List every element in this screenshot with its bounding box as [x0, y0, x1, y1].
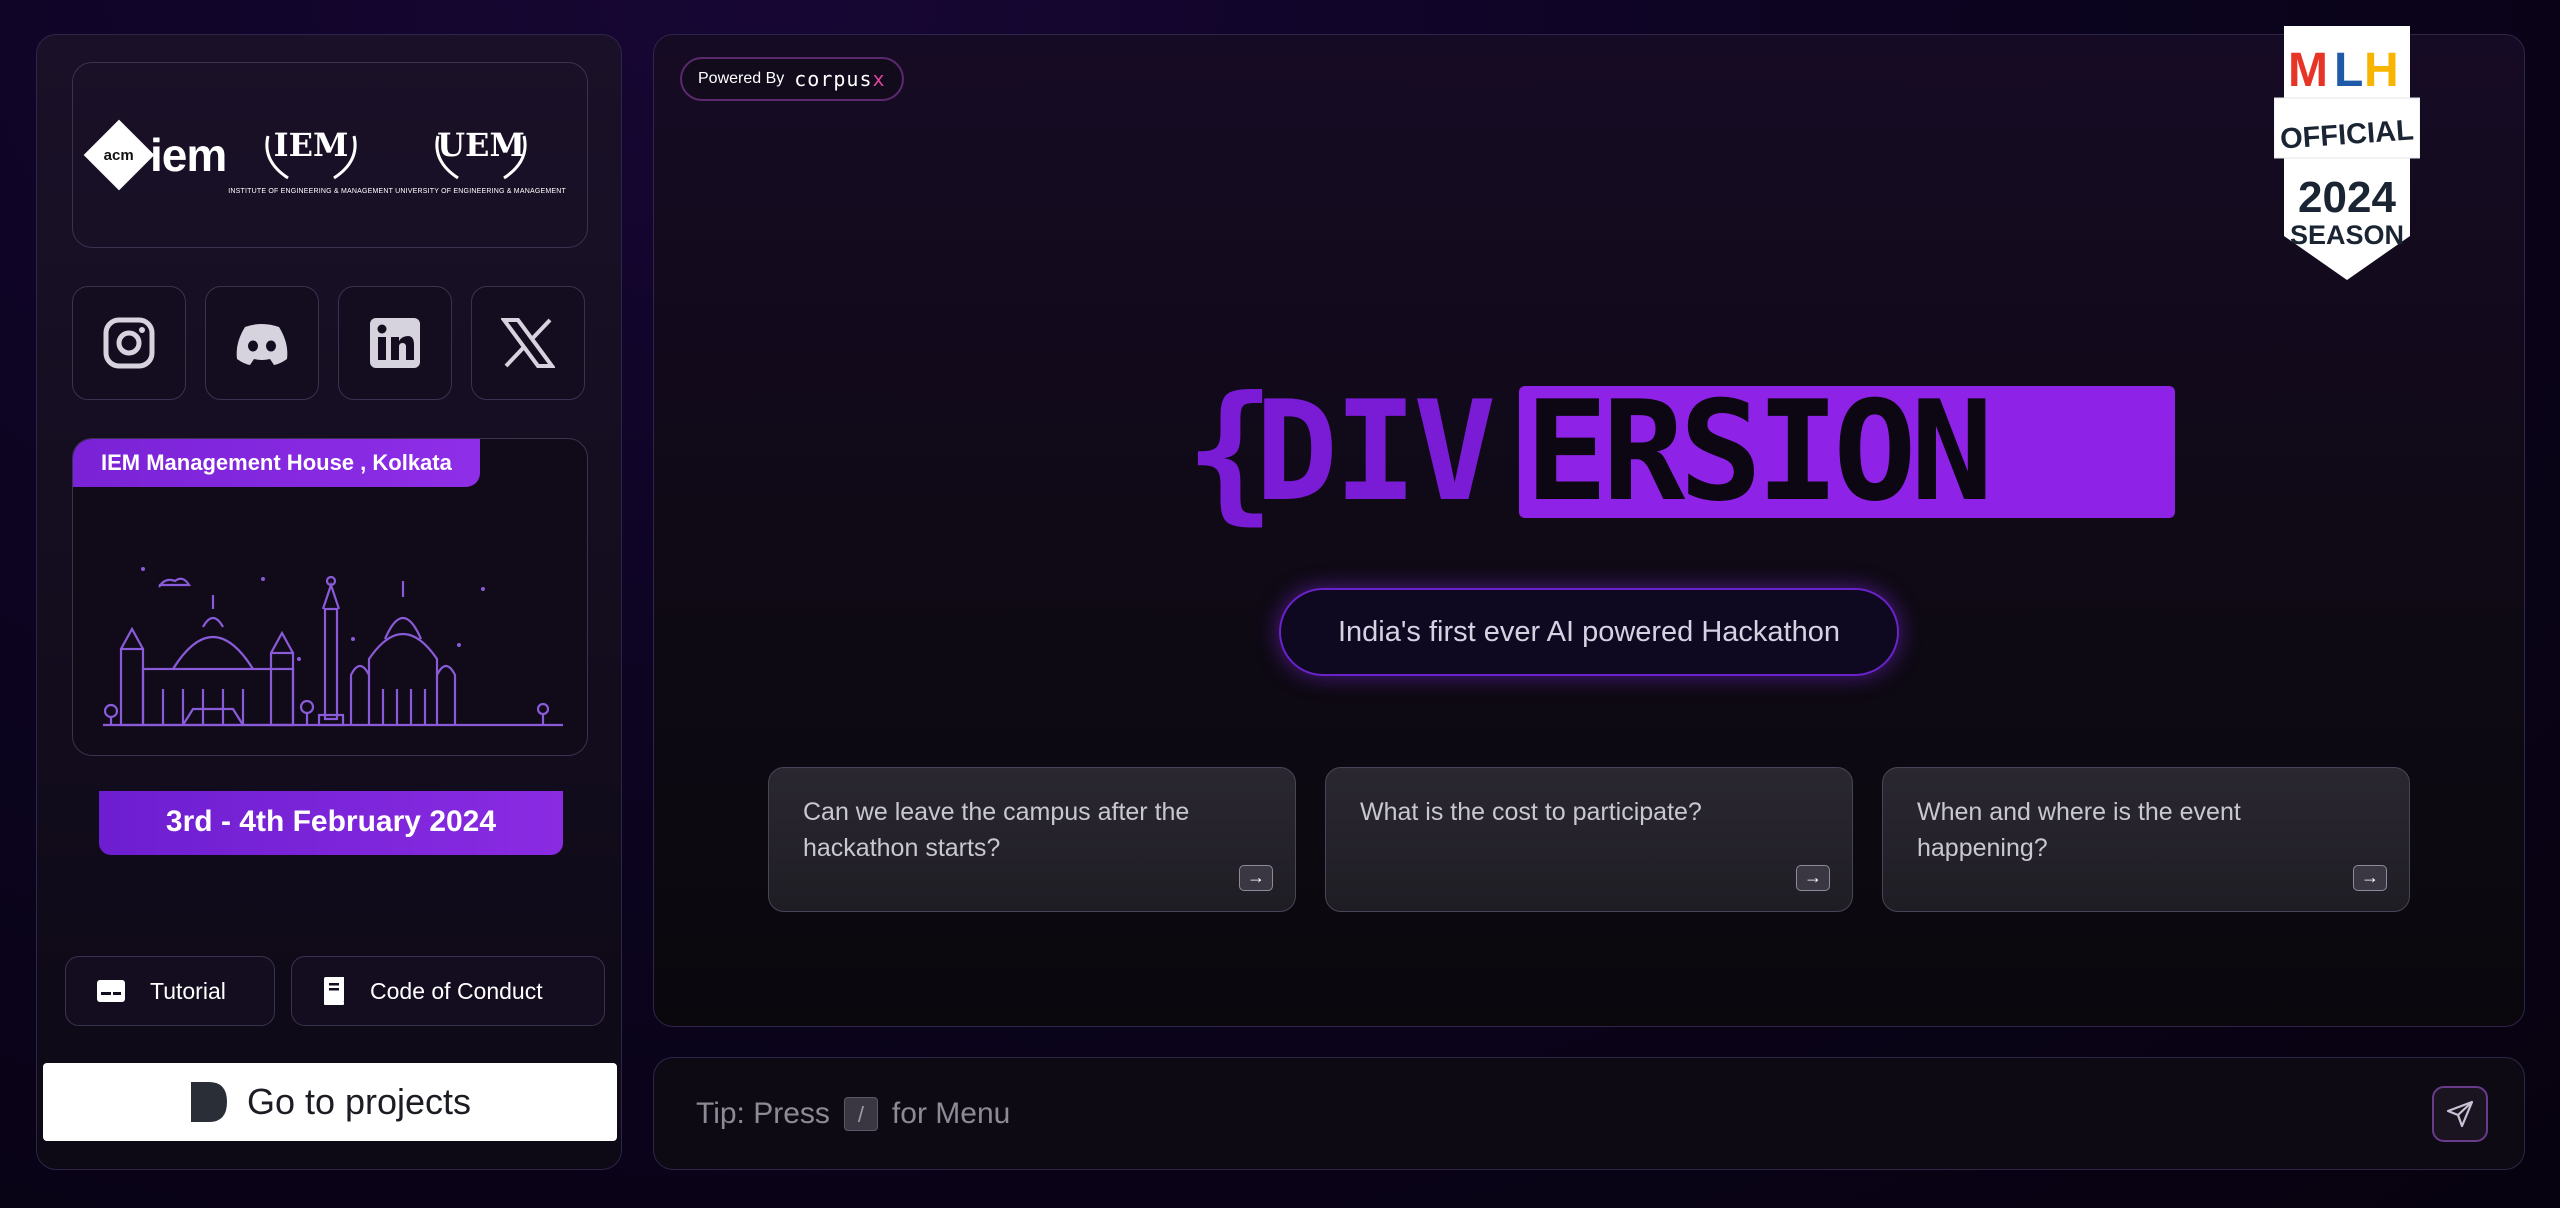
- faq-card[interactable]: Can we leave the campus after the hackat…: [768, 767, 1296, 912]
- faq-suggestions: Can we leave the campus after the hackat…: [768, 767, 2410, 912]
- svg-text:L: L: [2334, 44, 2363, 97]
- diversion-title: { DIV ERSION: [1185, 371, 2175, 532]
- x-icon: [501, 318, 555, 368]
- title-div: DIV: [1255, 371, 1496, 532]
- tagline-pill: India's first ever AI powered Hackathon: [1279, 588, 1899, 676]
- powered-by-label: Powered By: [698, 70, 785, 87]
- tip-prefix: Tip: Press: [696, 1096, 830, 1130]
- slash-key: /: [843, 1096, 878, 1131]
- go-to-projects-button[interactable]: Go to projects: [43, 1063, 617, 1141]
- faq-question: When and where is the event happening?: [1917, 798, 2241, 862]
- linkedin-icon: [370, 318, 420, 368]
- arrow-right-icon: →: [1239, 865, 1273, 891]
- discord-button[interactable]: [205, 286, 319, 400]
- discord-icon: [236, 324, 288, 365]
- corpus-logo: corpusx: [794, 67, 885, 91]
- sidebar-actions: Tutorial Code of Conduct: [65, 956, 605, 1026]
- uem-seal-logo: UEM UNIVERSITY OF ENGINEERING & MANAGEME…: [395, 116, 566, 195]
- projects-icon: [190, 1082, 227, 1122]
- faq-card[interactable]: When and where is the event happening? →: [1882, 767, 2410, 912]
- mlh-badge-icon: M L H OFFICIAL 2024 SEASON: [2273, 26, 2421, 280]
- go-to-projects-label: Go to projects: [246, 1081, 472, 1122]
- tip-suffix: for Menu: [891, 1096, 1011, 1130]
- instagram-icon: [103, 317, 155, 369]
- input-tip: Tip: Press / for Menu: [696, 1096, 1011, 1131]
- corpus-logo-main: corpus: [794, 67, 873, 91]
- iem-seal-laurel-icon: IEM: [265, 126, 357, 179]
- book-icon: [324, 977, 344, 1005]
- kolkata-skyline-icon: [103, 567, 563, 727]
- uem-seal-subtitle: UNIVERSITY OF ENGINEERING & MANAGEMENT: [395, 187, 566, 195]
- arrow-right-icon: →: [1796, 865, 1830, 891]
- send-button[interactable]: [2432, 1086, 2488, 1142]
- venue-label: IEM Management House , Kolkata: [73, 439, 480, 487]
- tutorial-button[interactable]: Tutorial: [65, 956, 275, 1026]
- svg-text:M: M: [2288, 44, 2328, 97]
- title-ersion: ERSION: [1525, 371, 1993, 532]
- corpus-logo-accent: x: [872, 67, 886, 91]
- faq-question: What is the cost to participate?: [1360, 798, 1702, 826]
- linkedin-button[interactable]: [338, 286, 452, 400]
- sidebar: acm iem IEM INSTITUTE OF ENGINEERING & M…: [36, 34, 622, 1170]
- powered-by-badge[interactable]: Powered By corpusx: [680, 57, 904, 101]
- partner-logos: acm iem IEM INSTITUTE OF ENGINEERING & M…: [72, 62, 588, 248]
- iem-seal-logo: IEM INSTITUTE OF ENGINEERING & MANAGEMEN…: [228, 116, 393, 195]
- acm-iem-logo: acm iem: [83, 119, 227, 191]
- svg-text:H: H: [2364, 44, 2399, 97]
- instagram-button[interactable]: [72, 286, 186, 400]
- arrow-right-icon: →: [2353, 865, 2387, 891]
- venue-card: IEM Management House , Kolkata: [72, 438, 588, 756]
- acm-iem-word: iem: [149, 129, 227, 181]
- svg-text:UEM: UEM: [437, 126, 525, 164]
- event-dates: 3rd - 4th February 2024: [99, 791, 563, 855]
- svg-text:2024: 2024: [2298, 173, 2396, 222]
- iem-seal-subtitle: INSTITUTE OF ENGINEERING & MANAGEMENT: [228, 187, 394, 195]
- faq-question: Can we leave the campus after the hackat…: [803, 798, 1190, 862]
- uem-seal-laurel-icon: UEM: [435, 126, 527, 179]
- faq-card[interactable]: What is the cost to participate? →: [1325, 767, 1853, 912]
- chat-input-bar[interactable]: Tip: Press / for Menu: [653, 1057, 2525, 1170]
- tutorial-label: Tutorial: [150, 977, 226, 1004]
- social-links: [72, 286, 585, 400]
- acm-diamond-icon: acm: [83, 119, 155, 191]
- card-icon: [97, 980, 125, 1002]
- svg-text:SEASON: SEASON: [2290, 220, 2404, 250]
- x-twitter-button[interactable]: [471, 286, 585, 400]
- send-icon: [2446, 1100, 2474, 1128]
- mlh-official-badge[interactable]: M L H OFFICIAL 2024 SEASON: [2273, 26, 2421, 287]
- code-of-conduct-label: Code of Conduct: [370, 977, 543, 1004]
- code-of-conduct-button[interactable]: Code of Conduct: [291, 956, 605, 1026]
- svg-text:IEM: IEM: [273, 126, 348, 164]
